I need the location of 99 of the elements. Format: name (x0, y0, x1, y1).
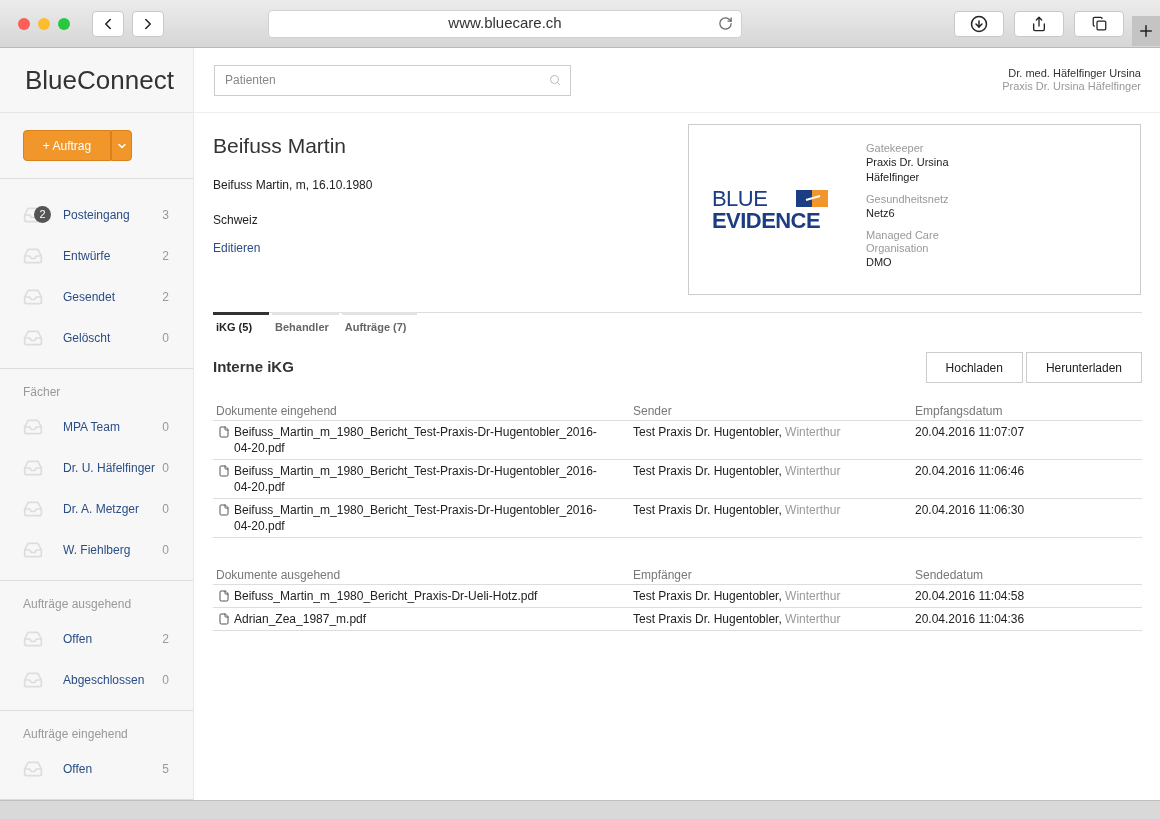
column-header: Dokumente eingehend (215, 403, 338, 420)
new-tab-button[interactable] (1132, 15, 1160, 46)
field-label: Managed Care Organisation (866, 228, 940, 255)
user-name: Dr. med. Häfelfinger Ursina (1008, 67, 1141, 80)
tab[interactable]: Aufträge (7) (341, 312, 417, 340)
party-cell-text: Test Praxis Dr. Hugentobler, Winterthur (633, 424, 842, 441)
download-button[interactable] (954, 10, 1004, 37)
sidebar-item[interactable]: Gelöscht 0 (0, 317, 193, 358)
sidebar-item-label: Abgeschlossen (63, 671, 146, 689)
file-link[interactable]: Beifuss_Martin_m_1980_Bericht_Test-Praxis-Dr-Hugentobler_2016-04-20.pdf (234, 502, 613, 534)
sidebar-section-title: Aufträge eingehend (22, 726, 129, 743)
sidebar-item[interactable]: Entwürfe 2 (0, 235, 193, 276)
field-value: Praxis Dr. Ursina Häfelfinger (866, 154, 950, 185)
file-link[interactable]: Adrian_Zea_1987_m.pdf (234, 611, 367, 627)
app-logo-text: BlueConnect (25, 63, 174, 97)
file-link[interactable]: Beifuss_Martin_m_1980_Bericht_Test-Praxis-Dr-Hugentobler_2016-04-20.pdf (234, 463, 613, 495)
date-cell: 20.04.2016 11:04:36 (915, 611, 1025, 627)
field-label: Gatekeeper (866, 141, 925, 155)
share-icon (1031, 15, 1047, 32)
address-bar[interactable]: www.bluecare.ch (268, 9, 742, 38)
date-cell-text: 20.04.2016 11:07:07 (915, 424, 1025, 441)
sidebar-section-title: Fächer (22, 384, 62, 401)
file-link[interactable]: Beifuss_Martin_m_1980_Bericht_Test-Praxis-Dr-Hugentobler_2016-04-20.pdf (234, 424, 613, 456)
sidebar-item-label: Gelöscht (63, 329, 112, 347)
date-cell: 20.04.2016 11:04:58 (915, 588, 1025, 604)
sidebar-item[interactable]: Abgeschlossen 0 (0, 659, 193, 700)
logo-mark-icon (796, 190, 828, 207)
sidebar-item[interactable]: Offen 2 (0, 618, 193, 659)
sidebar-item-label: Dr. A. Metzger (63, 500, 141, 518)
sidebar-item-label: W. Fiehlberg (63, 541, 132, 559)
sidebar-item[interactable]: 2 Posteingang 3 (0, 194, 193, 235)
forward-button[interactable] (132, 10, 164, 37)
sidebar-item[interactable]: Offen 5 (0, 748, 193, 789)
count-badge: 2 (34, 206, 51, 223)
file-icon (218, 504, 230, 516)
share-button[interactable] (1014, 10, 1064, 37)
sidebar-item-label: Offen (63, 630, 94, 648)
column-header: Empfangsdatum (915, 403, 1003, 420)
user-practice: Praxis Dr. Ursina Häfelfinger (1002, 80, 1141, 93)
dropdown-button[interactable] (111, 130, 132, 161)
item-count: 5 (162, 760, 169, 778)
sidebar-item-label: Posteingang (63, 206, 131, 224)
sidebar-item[interactable]: Dr. A. Metzger 0 (0, 488, 193, 529)
field-value: DMO (866, 254, 893, 270)
item-count: 2 (162, 630, 169, 648)
back-button[interactable] (92, 10, 124, 37)
file-icon (218, 590, 230, 602)
sidebar-item-label: MPA Team (63, 418, 121, 436)
logo-text: EVIDENCE (712, 209, 822, 232)
section-title: Interne iKG (213, 357, 294, 378)
patient-details: Beifuss Martin, m, 16.10.1980 (213, 176, 374, 194)
item-count: 2 (162, 288, 169, 306)
sidebar-section-title: Aufträge ausgehend (22, 596, 133, 613)
item-count: 0 (162, 329, 169, 347)
column-header: Empfänger (633, 567, 693, 584)
date-cell-text: 20.04.2016 11:06:46 (915, 463, 1025, 480)
item-count: 0 (162, 500, 169, 518)
file-icon (218, 613, 230, 625)
item-count: 0 (162, 541, 169, 559)
party-cell-text: Test Praxis Dr. Hugentobler, Winterthur (633, 502, 842, 519)
action-button[interactable]: Hochladen (925, 352, 1023, 383)
party-cell-text: Test Praxis Dr. Hugentobler, Winterthur (633, 611, 842, 627)
item-count: 2 (162, 247, 169, 265)
search-icon (549, 74, 561, 86)
item-count: 0 (162, 671, 169, 689)
tab[interactable]: Behandler (272, 312, 339, 340)
download-icon (970, 14, 988, 33)
sidebar-item-label: Offen (63, 760, 94, 778)
logo-text: BLUE (712, 187, 768, 210)
reload-icon[interactable] (718, 16, 733, 31)
sidebar-item-label: Dr. U. Häfelfinger (63, 459, 157, 477)
item-count: 0 (162, 459, 169, 477)
column-header: Dokumente ausgehend (215, 567, 342, 584)
file-icon (218, 426, 230, 438)
file-icon (218, 465, 230, 477)
sidebar-item[interactable]: Dr. U. Häfelfinger 0 (0, 447, 193, 488)
field-label: Gesundheitsnetz (866, 192, 950, 206)
party-cell-text: Test Praxis Dr. Hugentobler, Winterthur (633, 463, 842, 480)
edit-link[interactable]: Editieren (213, 238, 261, 257)
column-header: Sendedatum (915, 567, 984, 584)
sidebar-item[interactable]: W. Fiehlberg 0 (0, 529, 193, 570)
item-count: 0 (162, 418, 169, 436)
sidebar-item-label: Entwürfe (63, 247, 112, 265)
sidebar-item-label: Gesendet (63, 288, 117, 306)
date-cell-text: 20.04.2016 11:06:30 (915, 502, 1025, 519)
tabs-icon (1091, 16, 1107, 31)
party-cell-text: Test Praxis Dr. Hugentobler, Winterthur (633, 588, 842, 604)
sidebar-item[interactable]: Gesendet 2 (0, 276, 193, 317)
file-link[interactable]: Beifuss_Martin_m_1980_Bericht_Praxis-Dr-Ueli-Hotz.pdf (234, 588, 538, 604)
tab[interactable]: iKG (5) (213, 312, 269, 340)
sidebar-item[interactable]: MPA Team 0 (0, 406, 193, 447)
item-count: 3 (162, 206, 169, 224)
column-header: Sender (633, 403, 673, 420)
action-button[interactable]: Herunterladen (1025, 352, 1142, 383)
search-field[interactable]: Patienten (214, 64, 571, 96)
tabs-button[interactable] (1074, 10, 1124, 37)
patient-country: Schweiz (213, 211, 259, 229)
field-value: Netz6 (866, 205, 896, 221)
patient-name: Beifuss Martin (213, 133, 348, 159)
